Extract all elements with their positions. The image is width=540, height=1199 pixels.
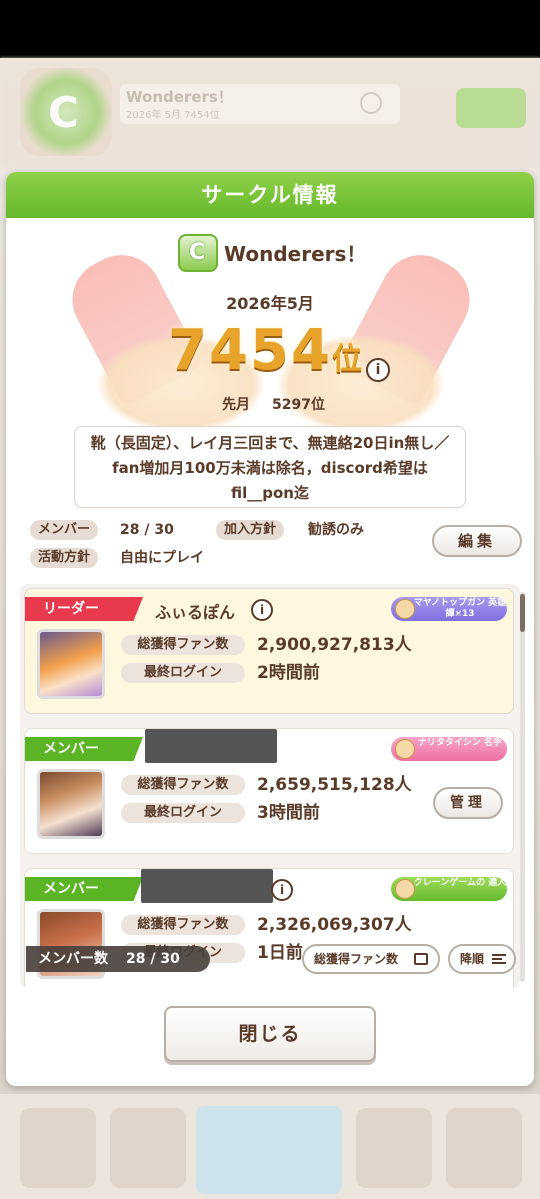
avatar[interactable] bbox=[37, 769, 105, 839]
role-tag: メンバー bbox=[25, 877, 143, 901]
title-badge: ナリタタイシン 名手 bbox=[391, 737, 507, 761]
rank-number: 7454 bbox=[168, 318, 332, 383]
sort-field-icon bbox=[414, 953, 428, 965]
background-tile bbox=[110, 1108, 186, 1188]
activity-policy-label: 活動方針 bbox=[30, 548, 99, 568]
background-tile bbox=[356, 1108, 432, 1188]
fans-value: 2,900,927,813人 bbox=[257, 635, 412, 655]
fans-label: 総獲得ファン数 bbox=[121, 915, 245, 935]
title-badge-text: クレーンゲームの 達人 bbox=[413, 878, 507, 888]
member-count-value: 28 / 30 bbox=[126, 951, 180, 967]
member-list[interactable]: リーダー ふぃるぽん i マヤノトップガン 英雄譚×13 総獲得ファン数 2,9… bbox=[20, 584, 520, 988]
members-label: メンバー bbox=[30, 520, 99, 540]
avatar[interactable] bbox=[37, 629, 105, 699]
scrollbar-track[interactable] bbox=[520, 592, 525, 982]
dialog-content: C Wonderers！ 2026年5月 7454位 i 先月 5297位 靴（長… bbox=[6, 218, 534, 1086]
background-center-building bbox=[196, 1106, 342, 1194]
member-name: ふぃるぽん bbox=[155, 603, 236, 622]
info-icon[interactable]: i bbox=[366, 358, 390, 382]
circle-rank-icon: C bbox=[178, 234, 218, 272]
member-count: メンバー数 28 / 30 bbox=[26, 946, 210, 972]
background-tile bbox=[446, 1108, 522, 1188]
role-tag: メンバー bbox=[25, 737, 143, 761]
rank-suffix: 位 bbox=[331, 342, 364, 377]
edit-button[interactable]: 編集 bbox=[432, 525, 522, 557]
last-month-rank: 先月 5297位 bbox=[222, 394, 325, 414]
last-month-value: 5297位 bbox=[272, 397, 325, 413]
sort-field-label: 総獲得ファン数 bbox=[314, 952, 399, 966]
sort-order-icon bbox=[492, 954, 506, 964]
last-login-value: 1日前 bbox=[257, 943, 303, 963]
fans-label: 総獲得ファン数 bbox=[121, 635, 245, 655]
scrollbar-thumb[interactable] bbox=[520, 594, 525, 632]
background-tile bbox=[20, 1108, 96, 1188]
role-tag: リーダー bbox=[25, 597, 143, 621]
last-login-label: 最終ログイン bbox=[121, 803, 245, 823]
background-button bbox=[456, 88, 526, 128]
fans-label: 総獲得ファン数 bbox=[121, 775, 245, 795]
activity-policy-value: 自由にプレイ bbox=[120, 550, 204, 566]
close-button[interactable]: 閉じる bbox=[164, 1006, 376, 1062]
fans-value: 2,659,515,128人 bbox=[257, 775, 412, 795]
members-value: 28 / 30 bbox=[120, 522, 174, 538]
title-badge: マヤノトップガン 英雄譚×13 bbox=[391, 597, 507, 621]
fans-value: 2,326,069,307人 bbox=[257, 915, 412, 935]
redacted-member-name bbox=[145, 729, 277, 763]
title-badge-icon bbox=[395, 599, 415, 619]
title-badge: クレーンゲームの 達人 bbox=[391, 877, 507, 901]
join-policy-value: 勧誘のみ bbox=[308, 522, 364, 538]
background-info-icon bbox=[360, 92, 382, 114]
join-policy-label: 加入方針 bbox=[216, 520, 285, 540]
member-card[interactable]: メンバー ナリタタイシン 名手 総獲得ファン数 2,659,515,128人 最… bbox=[24, 728, 514, 854]
last-login-value: 3時間前 bbox=[257, 803, 320, 823]
title-badge-text: ナリタタイシン 名手 bbox=[417, 738, 503, 748]
manage-button[interactable]: 管理 bbox=[433, 787, 503, 819]
info-icon[interactable]: i bbox=[271, 879, 293, 901]
sort-order-label: 降順 bbox=[460, 952, 485, 966]
title-badge-text: マヤノトップガン 英雄譚×13 bbox=[413, 598, 507, 619]
dialog-title-bar: サークル情報 bbox=[6, 172, 534, 218]
circle-name: Wonderers！ bbox=[224, 242, 367, 266]
last-month-label: 先月 bbox=[222, 397, 250, 413]
member-card-leader[interactable]: リーダー ふぃるぽん i マヤノトップガン 英雄譚×13 総獲得ファン数 2,9… bbox=[24, 588, 514, 714]
last-login-label: 最終ログイン bbox=[121, 663, 245, 683]
info-icon[interactable]: i bbox=[251, 599, 273, 621]
title-badge-icon bbox=[395, 739, 415, 759]
status-bar bbox=[0, 0, 540, 58]
redacted-member-name bbox=[141, 869, 273, 903]
title-badge-icon bbox=[395, 879, 415, 899]
background-circle-name-box: Wonderers！ 2026年 5月 7454位 bbox=[120, 84, 400, 124]
circle-info-dialog: サークル情報 C Wonderers！ 2026年5月 7454位 i 先月 52… bbox=[6, 172, 534, 1086]
background-circle-emblem: C bbox=[20, 68, 112, 156]
dialog-title: サークル情報 bbox=[201, 183, 339, 207]
last-login-value: 2時間前 bbox=[257, 663, 320, 683]
rank-value: 7454位 bbox=[146, 318, 386, 383]
circle-description: 靴（長固定）、レイ月三回まで、無連絡20日in無し／fan増加月100万未満は除… bbox=[74, 426, 466, 508]
background-circle-sub: 2026年 5月 7454位 bbox=[126, 110, 220, 121]
sort-field-button[interactable]: 総獲得ファン数 bbox=[302, 944, 440, 974]
sort-order-button[interactable]: 降順 bbox=[448, 944, 516, 974]
background-circle-name: Wonderers！ bbox=[126, 88, 233, 106]
member-count-label: メンバー数 bbox=[38, 951, 108, 967]
rank-period: 2026年5月 bbox=[226, 294, 314, 313]
